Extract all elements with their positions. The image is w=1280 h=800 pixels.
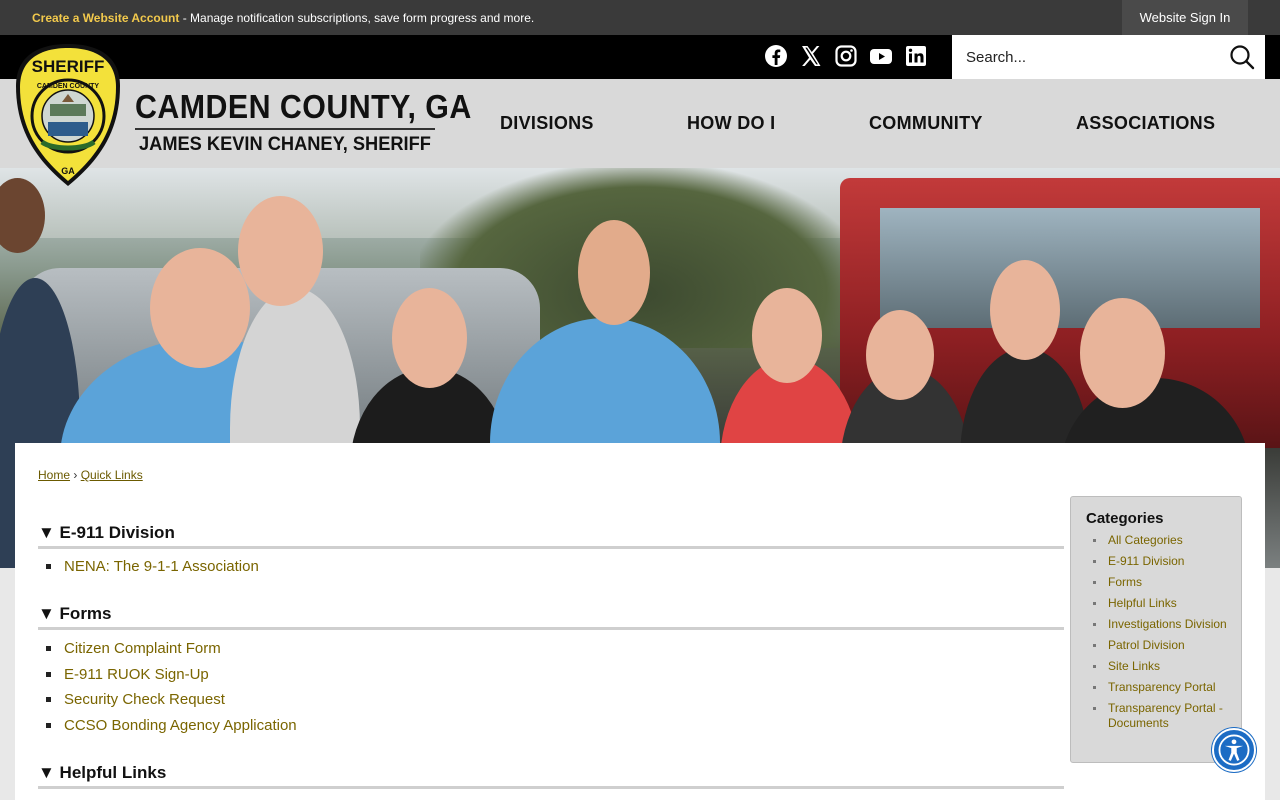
category-link[interactable]: Patrol Division bbox=[1093, 638, 1243, 653]
sheriff-badge-logo[interactable]: SHERIFF CAMDEN COUNTY GA bbox=[12, 42, 124, 188]
create-account-link[interactable]: Create a Website Account bbox=[32, 11, 179, 25]
category-link[interactable]: Helpful Links bbox=[1093, 596, 1243, 611]
category-link[interactable]: Site Links bbox=[1093, 659, 1243, 674]
category-link[interactable]: Forms bbox=[1093, 575, 1243, 590]
category-link[interactable]: Investigations Division bbox=[1093, 617, 1243, 632]
website-signin-button[interactable]: Website Sign In bbox=[1122, 0, 1248, 35]
quick-link[interactable]: NENA: The 9-1-1 Association bbox=[44, 557, 259, 583]
badge-top-text: SHERIFF bbox=[32, 57, 105, 76]
breadcrumb-separator: › bbox=[73, 468, 78, 482]
hero-person-head bbox=[1080, 298, 1165, 408]
badge-bottom-text: GA bbox=[61, 166, 75, 176]
categories-list: All Categories E-911 Division Forms Help… bbox=[1093, 533, 1243, 737]
linkedin-icon[interactable] bbox=[904, 44, 928, 68]
section-heading-forms[interactable]: ▼ Forms bbox=[38, 604, 1064, 630]
site-title: CAMDEN COUNTY, GA bbox=[135, 88, 472, 125]
quick-link[interactable]: Security Check Request bbox=[44, 690, 297, 716]
category-link[interactable]: E-911 Division bbox=[1093, 554, 1243, 569]
youtube-icon[interactable] bbox=[869, 44, 893, 68]
categories-panel: Categories All Categories E-911 Division… bbox=[1070, 496, 1242, 763]
breadcrumb: Home › Quick Links bbox=[38, 468, 143, 482]
site-subtitle: JAMES KEVIN CHANEY, SHERIFF bbox=[139, 134, 431, 155]
hero-person-head bbox=[578, 220, 650, 325]
site-title-block[interactable]: CAMDEN COUNTY, GA JAMES KEVIN CHANEY, SH… bbox=[135, 88, 472, 156]
breadcrumb-home[interactable]: Home bbox=[38, 468, 70, 482]
social-links bbox=[764, 44, 928, 68]
forms-link-list: Citizen Complaint Form E-911 RUOK Sign-U… bbox=[44, 639, 297, 742]
section-heading-e911[interactable]: ▼ E-911 Division bbox=[38, 523, 1064, 549]
quick-link[interactable]: Citizen Complaint Form bbox=[44, 639, 297, 665]
accessibility-icon[interactable] bbox=[1212, 728, 1256, 772]
badge-ring-text: CAMDEN COUNTY bbox=[37, 83, 100, 90]
category-link[interactable]: All Categories bbox=[1093, 533, 1243, 548]
hero-person-head bbox=[752, 288, 822, 383]
categories-title: Categories bbox=[1086, 510, 1164, 527]
search-box bbox=[952, 35, 1265, 79]
breadcrumb-quick-links[interactable]: Quick Links bbox=[81, 468, 143, 482]
facebook-icon[interactable] bbox=[764, 44, 788, 68]
nav-divisions[interactable]: DIVISIONS bbox=[500, 113, 594, 134]
hero-person-head bbox=[150, 248, 250, 368]
account-message-text: - Manage notification subscriptions, sav… bbox=[179, 11, 535, 25]
hero-person-head bbox=[990, 260, 1060, 360]
hero-person-head bbox=[866, 310, 934, 400]
search-icon[interactable] bbox=[1229, 44, 1255, 70]
x-twitter-icon[interactable] bbox=[799, 44, 823, 68]
section-heading-helpful-links[interactable]: ▼ Helpful Links bbox=[38, 763, 1064, 789]
category-link[interactable]: Transparency Portal - Documents bbox=[1093, 701, 1243, 731]
e911-link-list: NENA: The 9-1-1 Association bbox=[44, 557, 259, 583]
instagram-icon[interactable] bbox=[834, 44, 858, 68]
title-divider bbox=[135, 128, 435, 130]
nav-community[interactable]: COMMUNITY bbox=[869, 113, 983, 134]
hero-person-head bbox=[392, 288, 467, 388]
account-message: Create a Website Account - Manage notifi… bbox=[32, 11, 534, 25]
category-link[interactable]: Transparency Portal bbox=[1093, 680, 1243, 695]
account-bar: Create a Website Account - Manage notifi… bbox=[0, 0, 1280, 35]
quick-link[interactable]: CCSO Bonding Agency Application bbox=[44, 716, 297, 742]
hero-person-head bbox=[238, 196, 323, 306]
search-input[interactable] bbox=[966, 45, 1216, 69]
nav-associations[interactable]: ASSOCIATIONS bbox=[1076, 113, 1215, 134]
quick-link[interactable]: E-911 RUOK Sign-Up bbox=[44, 665, 297, 691]
hero-truck-window bbox=[880, 208, 1260, 328]
nav-how-do-i[interactable]: HOW DO I bbox=[687, 113, 775, 134]
